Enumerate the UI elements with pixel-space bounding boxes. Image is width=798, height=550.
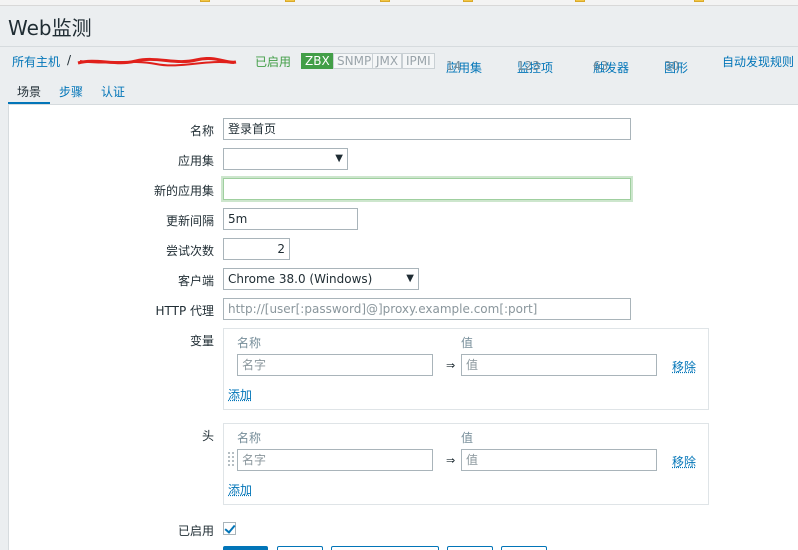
add-button[interactable] [223, 546, 268, 550]
application-label: 应用集 [177, 154, 214, 168]
variable-remove-link[interactable]: 移除 [672, 358, 696, 375]
enabled-checkbox[interactable] [223, 522, 236, 535]
headers-col-name: 名称 [237, 431, 262, 445]
bookmark-folder-icon[interactable] [200, 0, 212, 4]
dropdown-arrow-icon: ▼ [335, 153, 343, 164]
zbx-availability-badge: ZBX [301, 53, 334, 69]
headers-col-value: 值 [461, 431, 474, 445]
update-interval-label: 更新间隔 [165, 214, 214, 228]
snmp-availability-badge: SNMP [333, 53, 376, 69]
bookmarks-bar [0, 0, 798, 6]
clone-button[interactable] [331, 546, 439, 550]
agent-select-value: Chrome 38.0 (Windows) [228, 272, 373, 286]
enabled-label: 已启用 [177, 524, 214, 538]
new-application-input[interactable] [223, 178, 631, 200]
bookmark-folder-icon[interactable] [694, 0, 706, 4]
reset-button[interactable] [501, 546, 547, 550]
name-input[interactable]: 登录首页 [223, 118, 631, 140]
arrow-right-icon: ⇒ [446, 454, 456, 467]
tab-steps[interactable]: 步骤 [59, 83, 83, 100]
variables-label: 变量 [189, 334, 214, 348]
bookmark-folder-icon[interactable] [575, 0, 587, 4]
arrow-right-icon: ⇒ [446, 359, 456, 372]
ipmi-availability-badge: IPMI [402, 53, 435, 69]
tab-authentication[interactable]: 认证 [101, 83, 125, 100]
header-add-link[interactable]: 添加 [228, 481, 252, 498]
variable-name-input[interactable]: 名字 [237, 354, 433, 376]
variables-col-name: 名称 [237, 336, 262, 350]
bookmark-folder-icon[interactable] [463, 0, 475, 4]
update-interval-input[interactable]: 5m [223, 208, 358, 230]
header-name-input[interactable]: 名字 [237, 449, 433, 471]
http-proxy-input[interactable]: http://[user[:password]@]proxy.example.c… [223, 298, 631, 320]
jmx-availability-badge: JMX [372, 53, 403, 69]
delete-button[interactable] [447, 546, 493, 550]
bookmark-folder-icon[interactable] [285, 0, 297, 4]
variables-col-value: 值 [461, 336, 474, 350]
applications-count: 14 [446, 59, 462, 73]
triggers-count: 63 [593, 59, 609, 73]
redaction-scribble [77, 57, 237, 67]
breadcrumb-separator: / [67, 53, 72, 67]
http-proxy-label: HTTP 代理 [155, 304, 214, 318]
cancel-button[interactable] [277, 546, 323, 550]
graphs-count: 30 [664, 59, 680, 73]
host-nav-bar: 所有主机 / 已启用 ZBX SNMP JMX IPMI 应用集 14 监控项 … [0, 46, 798, 75]
application-select[interactable]: ▼ [223, 148, 348, 170]
bookmark-folder-icon[interactable] [380, 0, 392, 4]
variable-add-link[interactable]: 添加 [228, 386, 252, 403]
new-application-label: 新的应用集 [153, 184, 214, 198]
agent-select[interactable]: Chrome 38.0 (Windows) ▼ [223, 268, 419, 290]
drag-handle-icon[interactable] [228, 452, 234, 468]
dropdown-arrow-icon: ▼ [406, 273, 414, 284]
header-value-input[interactable]: 值 [461, 449, 657, 471]
attempts-input[interactable]: 2 [223, 238, 290, 260]
name-label: 名称 [189, 124, 214, 138]
variable-value-input[interactable]: 值 [461, 354, 657, 376]
tab-scenario[interactable]: 场景 [17, 83, 41, 100]
discovery-rules-link[interactable]: 自动发现规则 [722, 53, 794, 70]
host-status-enabled[interactable]: 已启用 [255, 53, 291, 70]
items-count: 123 [517, 59, 540, 73]
headers-label: 头 [201, 429, 214, 443]
header-remove-link[interactable]: 移除 [672, 453, 696, 470]
attempts-label: 尝试次数 [165, 244, 214, 258]
all-hosts-link[interactable]: 所有主机 [12, 53, 60, 70]
page-title: Web监测 [8, 16, 92, 40]
agent-label: 客户端 [177, 274, 214, 288]
